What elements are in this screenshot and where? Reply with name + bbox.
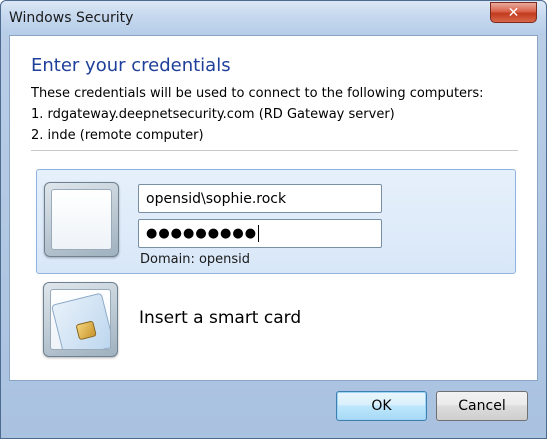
description-line: These credentials will be used to connec… [31,86,484,101]
title-bar[interactable]: Windows Security ✕ [1,1,546,35]
divider [31,150,518,151]
dialog-content: Enter your credentials These credentials… [9,35,538,381]
smart-card-tile-picture [43,282,118,357]
user-tile-picture [44,182,119,257]
user-avatar-icon [51,189,112,250]
dialog-description: These credentials will be used to connec… [31,83,484,146]
smart-card-tile[interactable]: Insert a smart card [36,281,516,361]
close-button[interactable]: ✕ [490,2,537,23]
smart-card-frame [50,289,111,350]
smart-card-icon [51,292,110,349]
close-icon: ✕ [507,4,520,21]
smart-card-label: Insert a smart card [139,308,302,328]
chip-icon [75,320,97,341]
credential-tile[interactable]: opensid\sophie.rock ●●●●●●●●● Domain: op… [36,169,516,274]
window-title: Windows Security [9,10,134,26]
cancel-button[interactable]: Cancel [436,391,528,421]
dialog-heading: Enter your credentials [31,55,231,76]
password-input[interactable]: ●●●●●●●●● [138,219,382,248]
username-value: opensid\sophie.rock [146,191,287,207]
ok-button-label: OK [371,398,392,414]
cancel-button-label: Cancel [458,398,506,414]
text-caret [258,225,260,242]
ok-button[interactable]: OK [336,391,427,421]
windows-security-dialog: Windows Security ✕ Enter your credential… [0,0,547,439]
username-input[interactable]: opensid\sophie.rock [138,184,382,213]
description-line: 1. rdgateway.deepnetsecurity.com (RD Gat… [31,107,395,122]
description-line: 2. inde (remote computer) [31,128,204,143]
password-mask: ●●●●●●●●● [146,226,258,241]
domain-label: Domain: opensid [140,252,251,267]
